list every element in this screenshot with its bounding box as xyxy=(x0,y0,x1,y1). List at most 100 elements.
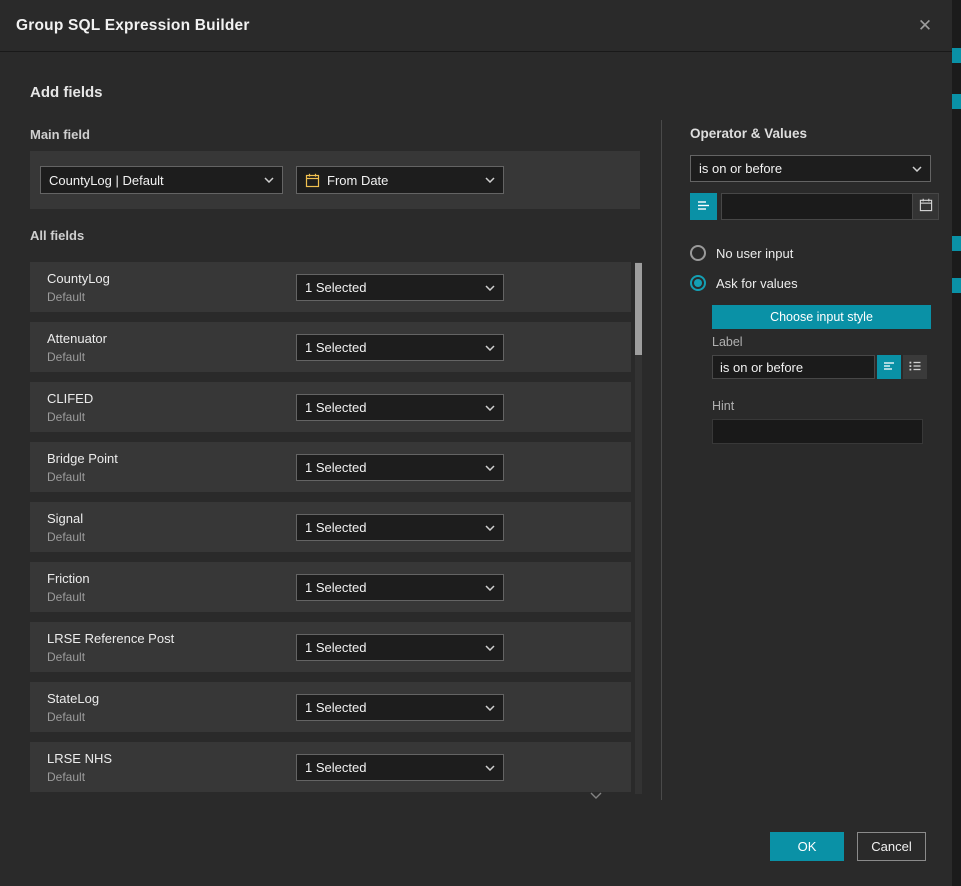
text-input-style-icon xyxy=(882,359,896,376)
field-sublabel: Default xyxy=(47,290,85,304)
app-edge-artifact xyxy=(952,48,961,63)
field-selected-dropdown[interactable]: 1 Selected xyxy=(296,394,504,421)
field-row: CLIFED Default 1 Selected xyxy=(30,382,631,432)
operator-select[interactable]: is on or before xyxy=(690,155,931,182)
date-field-select[interactable]: From Date xyxy=(296,166,504,194)
field-name: CLIFED xyxy=(47,391,93,406)
calendar-icon xyxy=(919,198,933,215)
panel-divider xyxy=(661,120,662,800)
app-edge-artifact xyxy=(952,236,961,251)
chevron-down-icon xyxy=(479,285,495,291)
date-picker-button[interactable] xyxy=(912,194,938,219)
chevron-down-icon xyxy=(479,177,495,183)
field-sublabel: Default xyxy=(47,710,85,724)
list-input-style-button[interactable] xyxy=(903,355,927,379)
field-row: Signal Default 1 Selected xyxy=(30,502,631,552)
chevron-down-icon xyxy=(479,645,495,651)
hint-input[interactable] xyxy=(712,419,923,444)
chevron-down-icon xyxy=(906,166,922,172)
close-icon: ✕ xyxy=(918,16,932,36)
hint-caption: Hint xyxy=(712,399,734,413)
operator-values-heading: Operator & Values xyxy=(690,126,807,141)
label-input-row xyxy=(712,355,927,379)
field-source-button[interactable] xyxy=(690,193,717,220)
field-name: LRSE Reference Post xyxy=(47,631,174,646)
selected-count: 1 Selected xyxy=(305,640,366,655)
field-row: CountyLog Default 1 Selected xyxy=(30,262,631,312)
cancel-button[interactable]: Cancel xyxy=(857,832,926,861)
field-name: Bridge Point xyxy=(47,451,118,466)
app-edge-artifact xyxy=(952,278,961,293)
layer-select[interactable]: CountyLog | Default xyxy=(40,166,283,194)
operator-select-value: is on or before xyxy=(699,161,782,176)
close-button[interactable]: ✕ xyxy=(912,13,938,39)
field-name: Friction xyxy=(47,571,90,586)
dialog-titlebar: Group SQL Expression Builder xyxy=(0,0,952,52)
field-selected-dropdown[interactable]: 1 Selected xyxy=(296,334,504,361)
chevron-down-icon xyxy=(479,705,495,711)
selected-count: 1 Selected xyxy=(305,580,366,595)
text-input-style-button[interactable] xyxy=(877,355,901,379)
app-edge-artifact xyxy=(952,94,961,109)
list-input-style-icon xyxy=(908,359,922,376)
radio-label: Ask for values xyxy=(716,276,798,291)
field-name: StateLog xyxy=(47,691,99,706)
chevron-down-icon xyxy=(479,525,495,531)
field-sublabel: Default xyxy=(47,650,85,664)
sql-expression-builder-dialog: Group SQL Expression Builder ✕ Add field… xyxy=(0,0,952,886)
value-input[interactable] xyxy=(722,194,912,219)
selected-count: 1 Selected xyxy=(305,700,366,715)
chevron-down-icon xyxy=(258,177,274,183)
field-row: StateLog Default 1 Selected xyxy=(30,682,631,732)
background-app-edge xyxy=(952,0,961,886)
scrollbar-thumb[interactable] xyxy=(635,263,642,355)
chevron-down-icon xyxy=(479,345,495,351)
dialog-title: Group SQL Expression Builder xyxy=(16,17,250,35)
ok-button[interactable]: OK xyxy=(770,832,844,861)
field-row: LRSE NHS Default 1 Selected xyxy=(30,742,631,792)
field-name: Attenuator xyxy=(47,331,107,346)
field-list-icon xyxy=(696,198,711,216)
field-sublabel: Default xyxy=(47,770,85,784)
chevron-down-icon xyxy=(479,765,495,771)
radio-ask-for-values[interactable]: Ask for values xyxy=(690,275,798,291)
choose-input-style-button[interactable]: Choose input style xyxy=(712,305,931,329)
field-selected-dropdown[interactable]: 1 Selected xyxy=(296,274,504,301)
selected-count: 1 Selected xyxy=(305,760,366,775)
main-field-label: Main field xyxy=(30,127,90,142)
all-fields-list: CountyLog Default 1 Selected Attenuator … xyxy=(30,262,631,802)
field-selected-dropdown[interactable]: 1 Selected xyxy=(296,694,504,721)
main-field-panel: CountyLog | Default From Date xyxy=(30,151,640,209)
chevron-down-icon xyxy=(479,405,495,411)
field-sublabel: Default xyxy=(47,410,85,424)
selected-count: 1 Selected xyxy=(305,340,366,355)
scroll-down-indicator xyxy=(590,786,602,804)
chevron-down-icon xyxy=(479,465,495,471)
label-input[interactable] xyxy=(712,355,875,379)
field-sublabel: Default xyxy=(47,530,85,544)
all-fields-label: All fields xyxy=(30,228,84,243)
field-name: Signal xyxy=(47,511,83,526)
radio-icon xyxy=(690,275,706,291)
field-selected-dropdown[interactable]: 1 Selected xyxy=(296,574,504,601)
field-sublabel: Default xyxy=(47,590,85,604)
field-name: CountyLog xyxy=(47,271,110,286)
field-selected-dropdown[interactable]: 1 Selected xyxy=(296,454,504,481)
date-field-value: From Date xyxy=(327,173,388,188)
scrollbar[interactable] xyxy=(635,262,642,794)
field-row: LRSE Reference Post Default 1 Selected xyxy=(30,622,631,672)
radio-label: No user input xyxy=(716,246,793,261)
field-selected-dropdown[interactable]: 1 Selected xyxy=(296,514,504,541)
field-selected-dropdown[interactable]: 1 Selected xyxy=(296,634,504,661)
radio-no-user-input[interactable]: No user input xyxy=(690,245,793,261)
radio-icon xyxy=(690,245,706,261)
field-selected-dropdown[interactable]: 1 Selected xyxy=(296,754,504,781)
selected-count: 1 Selected xyxy=(305,520,366,535)
field-name: LRSE NHS xyxy=(47,751,112,766)
value-input-wrap xyxy=(721,193,939,220)
calendar-icon xyxy=(305,173,320,188)
layer-select-value: CountyLog | Default xyxy=(49,173,164,188)
selected-count: 1 Selected xyxy=(305,400,366,415)
add-fields-heading: Add fields xyxy=(30,84,103,101)
chevron-down-icon xyxy=(479,585,495,591)
